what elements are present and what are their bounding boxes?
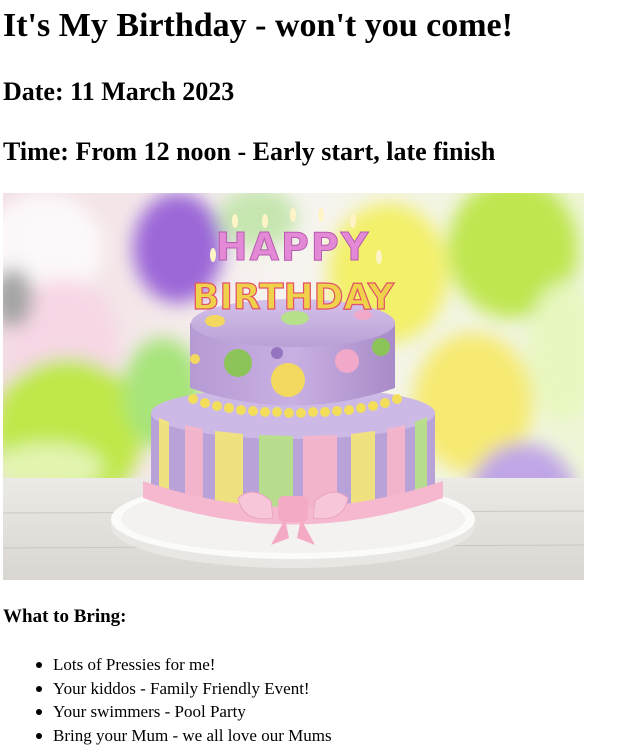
what-to-bring-list: Lots of Pressies for me! Your kiddos - F… [3,653,332,747]
list-item: Your kiddos - Family Friendly Event! [36,677,332,701]
event-date: Date: 11 March 2023 [3,77,235,106]
list-item: Lots of Pressies for me! [36,653,332,677]
list-item: Your swimmers - Pool Party [36,700,332,724]
what-to-bring-heading: What to Bring: [3,606,127,627]
birthday-cake-image: HAPPY BIRTHDAY [3,193,584,580]
page-title: It's My Birthday - won't you come! [3,7,513,44]
cake-topper-happy: HAPPY [216,225,370,269]
cake-topper-birthday: BIRTHDAY [192,277,395,318]
event-time: Time: From 12 noon - Early start, late f… [3,137,496,166]
list-item: Bring your Mum - we all love our Mums [36,724,332,748]
